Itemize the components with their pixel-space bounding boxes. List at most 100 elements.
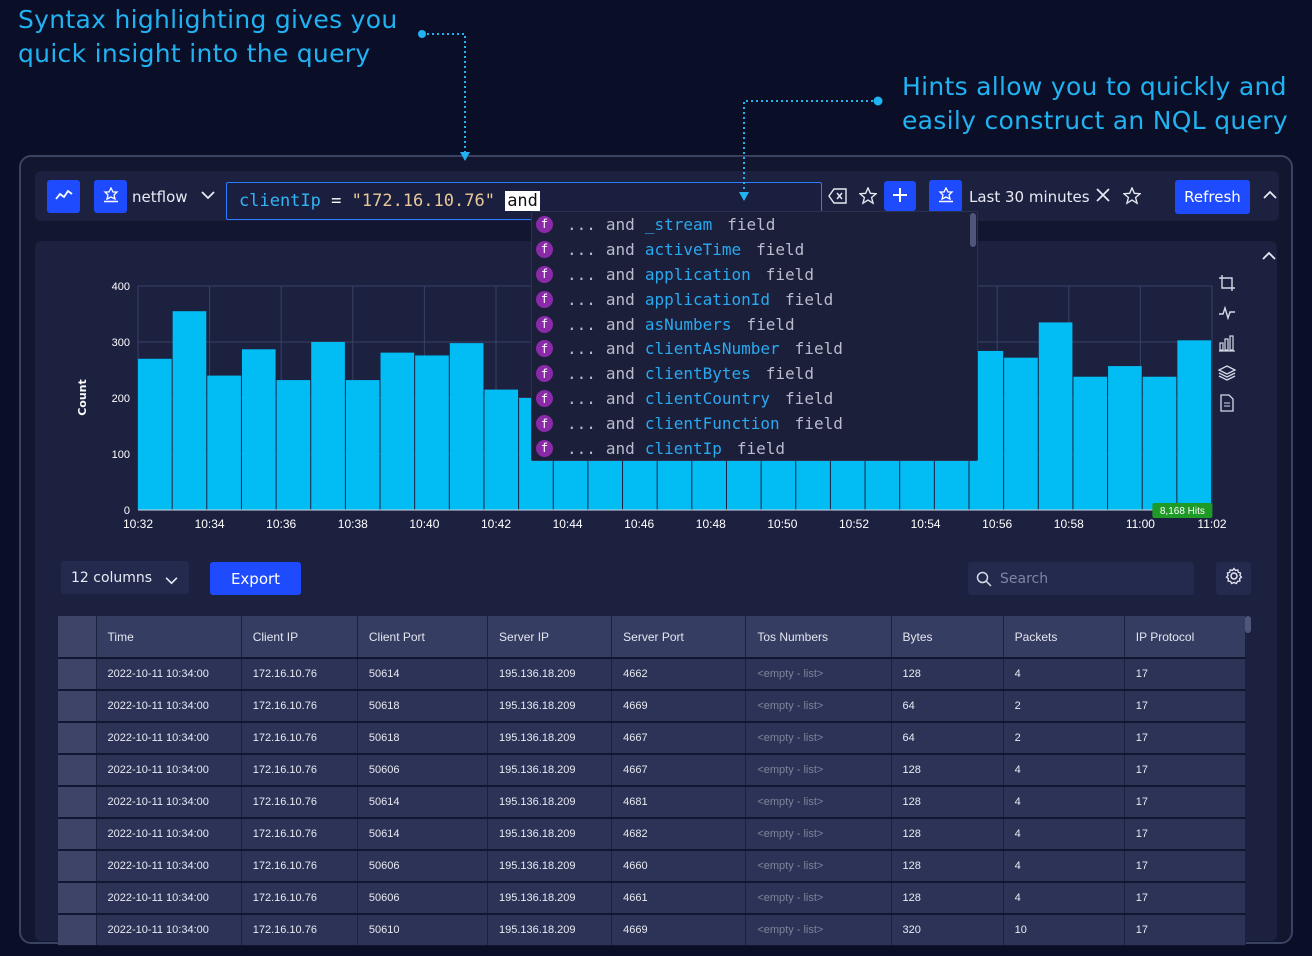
add-filter-button[interactable] [884,181,916,211]
row-select-cell[interactable] [58,850,97,883]
autocomplete-item[interactable]: f... and asNumbers field [532,312,977,337]
chevron-up-icon[interactable] [1262,249,1276,265]
row-select-cell[interactable] [58,690,97,723]
column-header[interactable]: Time [96,616,242,659]
table-settings-button[interactable] [1216,562,1251,595]
column-header[interactable]: Server IP [487,616,613,659]
y-tick-label: 200 [112,393,130,405]
row-select-header[interactable] [58,616,97,659]
column-header[interactable]: Client Port [357,616,489,659]
row-select-cell[interactable] [58,754,97,787]
autocomplete-type: field [756,239,805,259]
table-cell: 2022-10-11 10:34:00 [96,658,242,691]
table-cell: <empty - list> [745,690,892,723]
column-header[interactable]: IP Protocol [1124,616,1247,659]
autocomplete-type: field [736,438,786,458]
row-select-cell[interactable] [58,722,97,755]
table-row[interactable]: 2022-10-11 10:34:00 172.16.10.76 50614 195.… [58,818,1247,851]
table-cell: 2022-10-11 10:34:00 [96,754,242,787]
y-tick-label: 300 [112,337,130,349]
autocomplete-prefix: ... [567,414,596,434]
autocomplete-item[interactable]: f... and clientCountry field [532,386,977,411]
autocomplete-item[interactable]: f... and application field [532,262,977,287]
table-row[interactable]: 2022-10-11 10:34:00 172.16.10.76 50606 195.… [58,882,1247,915]
source-icon-button[interactable] [94,180,127,213]
row-select-cell[interactable] [58,786,97,819]
scrollbar[interactable] [970,213,976,247]
annotation-line: quick insight into the query [18,39,371,68]
table-cell: 50618 [357,722,489,755]
table-row[interactable]: 2022-10-11 10:34:00 172.16.10.76 50618 195.… [58,722,1247,755]
column-header[interactable]: Tos Numbers [745,616,892,659]
histogram-bar [1004,357,1038,510]
autocomplete-item[interactable]: f... and clientFunction field [532,411,977,436]
table-cell: 50614 [357,818,489,851]
columns-select[interactable]: 12 columns [61,561,189,594]
table-cell: 172.16.10.76 [241,786,358,819]
clear-query-icon[interactable] [827,185,849,207]
autocomplete-field-name: clientCountry [644,389,771,409]
field-icon: f [536,315,553,333]
column-header[interactable]: Bytes [891,616,1004,659]
histogram-bar [449,343,484,510]
y-tick-label: 0 [124,505,130,517]
table-cell: 172.16.10.76 [241,882,358,915]
query-operator-token: = [331,191,342,211]
autocomplete-keyword: and [605,214,635,234]
table-cell: 172.16.10.76 [241,914,358,946]
export-button[interactable]: Export [210,562,301,595]
table-cell: 4661 [611,882,747,915]
hits-badge-label: 8,168 Hits [1160,506,1205,517]
query-value-token: "172.16.10.76" [351,191,495,211]
table-cell: 4 [1003,754,1125,787]
table-cell: 195.136.18.209 [487,722,613,755]
column-header[interactable]: Client IP [241,616,358,659]
autocomplete-item[interactable]: f... and clientAsNumber field [532,336,977,361]
table-row[interactable]: 2022-10-11 10:34:00 172.16.10.76 50618 195.… [58,690,1247,723]
table-cell: 4681 [611,786,747,819]
table-row[interactable]: 2022-10-11 10:34:00 172.16.10.76 50606 195.… [58,850,1247,883]
table-cell: 128 [891,818,1004,851]
visualization-toggle-button[interactable] [47,180,80,213]
table-body: 2022-10-11 10:34:00 172.16.10.76 50614 195.… [58,658,1247,946]
table-cell: 195.136.18.209 [487,818,613,851]
y-tick-label: 400 [112,281,130,293]
autocomplete-keyword: and [605,239,635,259]
star-icon[interactable] [1121,185,1143,207]
row-select-cell[interactable] [58,882,97,915]
row-select-cell[interactable] [58,914,97,946]
autocomplete-item[interactable]: f... and _stream field [532,212,977,237]
close-icon[interactable] [1093,185,1113,205]
autocomplete-prefix: ... [567,264,596,284]
scrollbar[interactable] [1245,616,1251,633]
x-tick-label: 10:32 [123,517,153,531]
table-cell: 17 [1124,914,1247,946]
refresh-button[interactable]: Refresh [1175,180,1250,214]
table-row[interactable]: 2022-10-11 10:34:00 172.16.10.76 50614 195.… [58,658,1247,691]
column-header[interactable]: Packets [1003,616,1125,659]
time-range-value[interactable]: Last 30 minutes [969,188,1090,206]
table-row[interactable]: 2022-10-11 10:34:00 172.16.10.76 50614 195.… [58,786,1247,819]
histogram-bar [241,349,276,510]
autocomplete-item[interactable]: f... and applicationId field [532,287,977,312]
autocomplete-keyword: and [605,339,635,359]
chevron-up-icon[interactable] [1261,186,1279,204]
table-row[interactable]: 2022-10-11 10:34:00 172.16.10.76 50606 195.… [58,754,1247,787]
table-row[interactable]: 2022-10-11 10:34:00 172.16.10.76 50610 195.… [58,914,1247,946]
column-header[interactable]: Server Port [611,616,747,659]
table-cell: 128 [891,786,1004,819]
autocomplete-type: field [765,364,814,384]
autocomplete-item[interactable]: f... and activeTime field [532,237,977,262]
search-input[interactable]: Search [968,562,1194,595]
autocomplete-item[interactable]: f... and clientBytes field [532,361,977,386]
time-icon-button[interactable] [929,180,962,213]
row-select-cell[interactable] [58,818,97,851]
source-select-value[interactable]: netflow [132,188,188,206]
star-icon[interactable] [857,185,879,207]
row-select-cell[interactable] [58,658,97,691]
histogram-bar [311,342,345,510]
autocomplete-field-name: application [644,264,751,284]
chevron-down-icon[interactable] [201,186,215,204]
autocomplete-item[interactable]: f... and clientIp field [532,436,977,460]
table-cell: 50606 [357,850,489,883]
